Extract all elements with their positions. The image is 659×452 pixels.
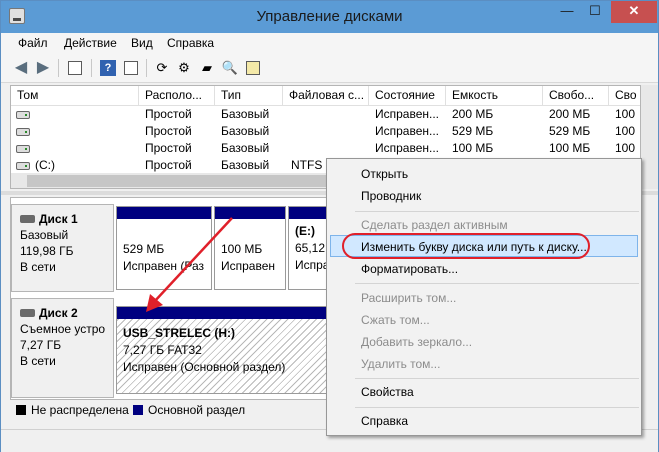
annotation-arrow bbox=[146, 217, 233, 312]
arrow-shaft bbox=[153, 217, 233, 303]
